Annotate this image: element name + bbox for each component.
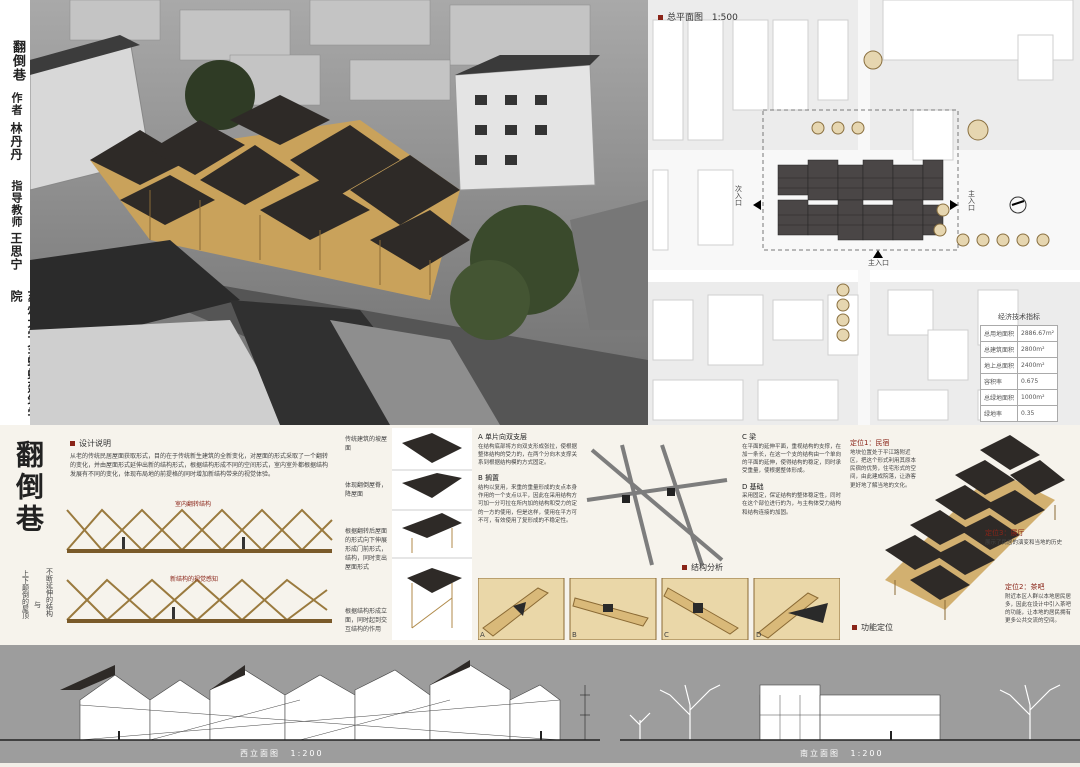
caption-left: 上下颠倒的屋顶 (21, 570, 30, 619)
metrics-value: 0.35 (1017, 404, 1059, 422)
author-name: 林丹丹 (9, 122, 23, 161)
metrics-row: 总建筑面积 2800m² (979, 340, 1059, 358)
site-plan: 总平面图 1:500 次入口 主入口 主入口 经济技术指标 总用地面积 2886.… (648, 0, 1080, 425)
structure-diagram (586, 444, 728, 566)
west-elevation-label: 西立面图 1:200 (240, 748, 324, 759)
step-note: 传统建筑的坡屋面 (345, 436, 388, 452)
diagram2-label: 新结构的视觉感知 (170, 576, 219, 583)
site-plan-heading: 总平面图 1:500 (658, 10, 738, 23)
author-label: 作者 (10, 92, 23, 116)
structure-c-text: 在平面的延伸平面，重视结构的支撑，在加一条长，在这一个支的结构由一个单向的平面的… (742, 443, 842, 475)
design-text: 从老的传统民居屋面获取形式，目的在于传统新生建筑的全新变化，对屋面的形式采取了一… (70, 453, 329, 478)
structure-heading-text: 结构分析 (691, 563, 723, 572)
structure-d-title: D 基础 (742, 482, 764, 491)
function-2-title: 定位2：茶吧 (1005, 583, 1045, 591)
structure-heading: 结构分析 (682, 562, 723, 573)
main-entrance-label-east: 主入口 (967, 190, 976, 211)
south-elevation-title: 南立面图 (800, 749, 840, 758)
design-heading: 设计说明 (79, 439, 111, 448)
structure-b-title: B 搁置 (478, 474, 500, 483)
main-entrance-label-south: 主入口 (868, 259, 889, 267)
metrics-label: 总建筑面积 (979, 340, 1019, 358)
section-diagrams (66, 508, 333, 623)
metrics-value: 2886.67m² (1017, 324, 1059, 342)
step-notes: 传统建筑的坡屋面 体现翻倒屋脊，降屋面 根据翻转后屋面的形式向下伸展形成门前形式… (345, 435, 387, 634)
heading-marker-icon (682, 565, 687, 570)
metrics-grid: 总用地面积 2886.67m² 总建筑面积 2800m² 地上总面积 2400m² 容积率 0… (979, 324, 1059, 422)
side-entrance-label: 次入口 (734, 185, 743, 206)
function-3-title: 定位3：展厅 (985, 529, 1025, 537)
roof-evolution-diagram (392, 428, 472, 640)
advisor-name: 王思宁 (9, 232, 23, 271)
project-sidebar: 翻倒巷 作者 林丹丹 指导教师 王思宁 苏州大学金螳螂建筑学院 (0, 0, 40, 425)
advisor-label: 指导教师 (10, 180, 23, 228)
function-heading: 功能定位 (852, 622, 893, 633)
caption-mid: 与 (34, 601, 41, 609)
metrics-row: 总用地面积 2886.67m² (979, 324, 1059, 342)
heading-marker-icon (70, 441, 75, 446)
step-note: 根据翻转后屋面的形式向下伸展形成门前形式，结构，同时变出屋面形式 (345, 528, 388, 571)
function-1: 定位1：民宿 地块位置处于平江路附近区，把这个形式利用其原本民宿的优势，住宅形式… (850, 438, 920, 490)
structure-a-text: 在结构底部将方向双支形成张拉，使根据整体结构的受力的，在两个分向木支撑关系到根据… (478, 443, 578, 467)
heading-marker-icon (852, 625, 857, 630)
heading-marker-icon (658, 15, 663, 20)
metrics-table: 经济技术指标 总用地面积 2886.67m² 总建筑面积 2800m² 地上总面积 240… (979, 312, 1059, 422)
joint-details: A B C D (477, 577, 841, 641)
big-title-block: 翻倒巷 (8, 440, 53, 536)
metrics-label: 总绿地面积 (979, 388, 1019, 406)
function-2: 定位2：茶吧 附近本区人群以本地居民居多，因此在设计中引入茶吧的功能，让本地的居… (1005, 582, 1075, 626)
detail-label-d: D (756, 631, 762, 639)
metrics-value: 2400m² (1017, 356, 1059, 374)
function-3-text: 展示了民居的演变和当地的历史 (985, 539, 1063, 546)
step-note: 体现翻倒屋脊，降屋面 (345, 482, 388, 498)
elevation-drawings (0, 660, 1080, 741)
structure-a-title: A 单片向双支层 (478, 433, 528, 441)
detail-label-a: A (480, 631, 485, 639)
west-elevation-title: 西立面图 (240, 749, 280, 758)
metrics-value: 0.675 (1017, 372, 1059, 390)
metrics-value: 2800m² (1017, 340, 1059, 358)
metrics-row: 绿地率 0.35 (979, 404, 1059, 422)
metrics-label: 总用地面积 (979, 324, 1019, 342)
diagram1-label: 室内翻转结构 (175, 501, 212, 508)
big-title: 翻倒巷 (12, 440, 45, 536)
metrics-label: 绿地率 (979, 404, 1019, 422)
aerial-render (30, 0, 648, 425)
detail-label-b: B (572, 631, 577, 639)
step-note: 根据结构形成立面，同时起到交互结构的作用 (345, 608, 388, 633)
south-elevation-label: 南立面图 1:200 (800, 748, 884, 759)
metrics-label: 容积率 (979, 372, 1019, 390)
project-title: 翻倒巷 (10, 40, 25, 82)
metrics-row: 地上总面积 2400m² (979, 356, 1059, 374)
function-2-text: 附近本区人群以本地居民居多，因此在设计中引入茶吧的功能，让本地的居民拥有更多公共… (1005, 593, 1072, 625)
metrics-value: 1000m² (1017, 388, 1059, 406)
function-1-title: 定位1：民宿 (850, 439, 890, 447)
caption-right: 不断延伸的结构 (45, 568, 54, 617)
structure-b-text: 结构以复用，来重的重量形成的支点本身作用的一个支点以平，因此在采用结构方可加一分… (478, 484, 578, 524)
structure-ab: A 单片向双支层 在结构底部将方向双支形成张拉，使根据整体结构的受力的，在两个分… (478, 432, 578, 525)
function-1-text: 地块位置处于平江路附近区，把这个形式利用其原本民宿的优势，住宅形式的空间，由此建… (850, 449, 917, 489)
joint-details-drawing (477, 577, 841, 641)
design-description: 设计说明 从老的传统民居屋面获取形式，目的在于传统新生建筑的全新变化，对屋面的形… (70, 438, 330, 479)
function-heading-text: 功能定位 (861, 623, 893, 632)
metrics-row: 容积率 0.675 (979, 372, 1059, 390)
metrics-label: 地上总面积 (979, 356, 1019, 374)
structure-cd: C 梁 在平面的延伸平面，重视结构的支撑，在加一条长，在这一个支的结构由一个单向… (742, 432, 842, 517)
detail-label-c: C (664, 631, 669, 639)
metrics-row: 总绿地面积 1000m² (979, 388, 1059, 406)
structure-c-title: C 梁 (742, 433, 757, 441)
aerial-render-image (30, 0, 648, 425)
metrics-title: 经济技术指标 (998, 313, 1041, 321)
south-elevation-scale: 1:200 (850, 749, 884, 758)
elevation-band: 西立面图 1:200 南立面图 1:200 (0, 645, 1080, 763)
site-plan-scale: 1:500 (711, 13, 738, 23)
function-3: 定位3：展厅 展示了民居的演变和当地的历史 (985, 528, 1075, 547)
site-plan-title: 总平面图 (667, 13, 704, 23)
west-elevation-scale: 1:200 (290, 749, 324, 758)
structure-d-text: 采用固定，保证结构的整体稳定性，同时在这个部位进行的为，与主构体受力结构和结构连… (742, 493, 842, 516)
